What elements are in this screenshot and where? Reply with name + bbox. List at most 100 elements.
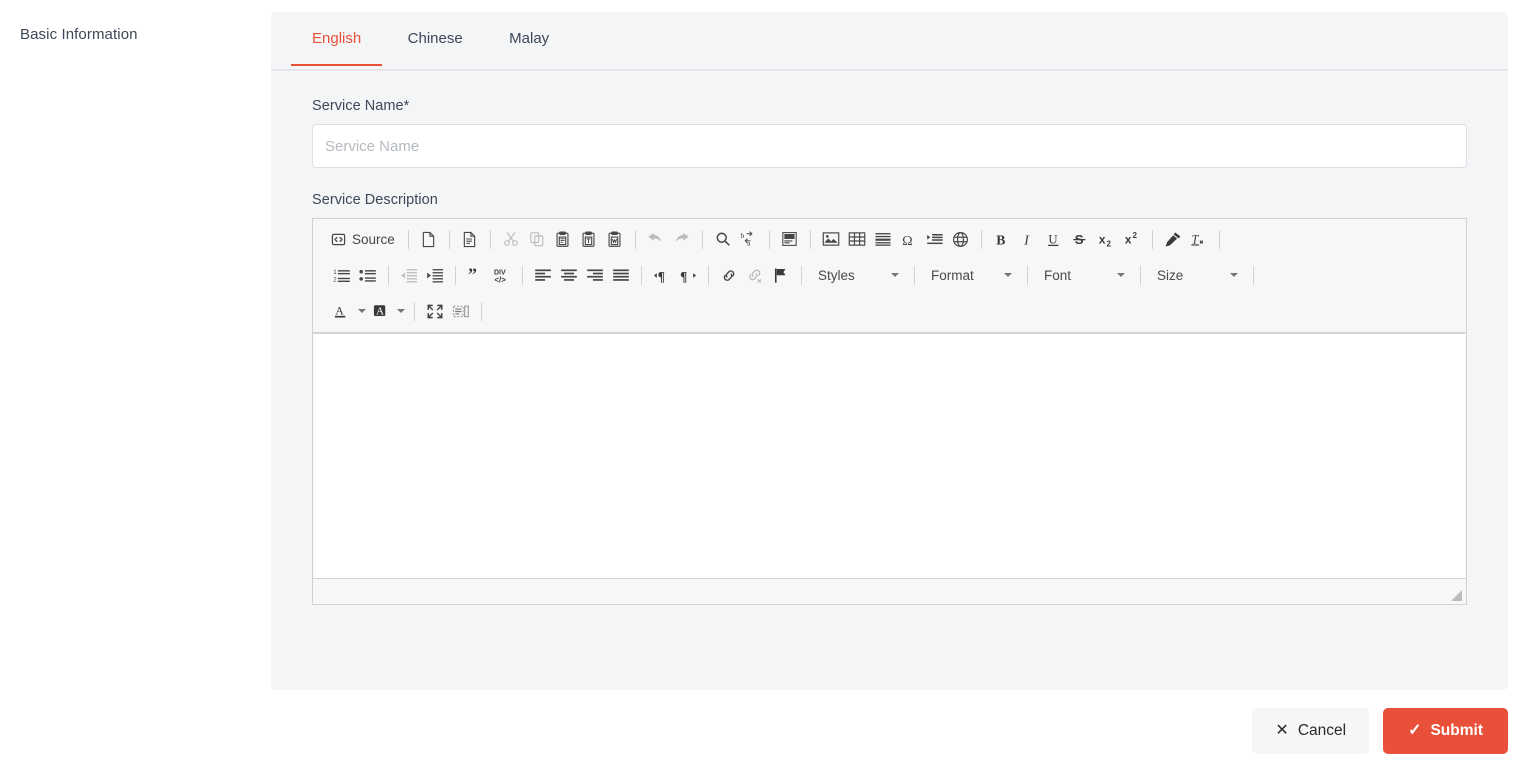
copy-formatting-icon[interactable] bbox=[1160, 227, 1186, 251]
outdent-icon[interactable] bbox=[396, 263, 422, 287]
replace-icon[interactable]: b a bbox=[736, 227, 762, 251]
svg-text:”: ” bbox=[468, 267, 477, 284]
svg-text:A: A bbox=[335, 303, 344, 317]
undo-icon[interactable] bbox=[643, 227, 669, 251]
svg-text:¶: ¶ bbox=[658, 268, 665, 283]
toolbar-separator bbox=[914, 265, 915, 285]
service-name-input[interactable] bbox=[312, 124, 1467, 168]
redo-icon[interactable] bbox=[669, 227, 695, 251]
table-icon[interactable] bbox=[844, 227, 870, 251]
toolbar-separator bbox=[641, 265, 642, 285]
bold-icon[interactable]: B bbox=[989, 227, 1015, 251]
editor-toolbar-row-3: A A bbox=[313, 293, 1466, 329]
size-combo[interactable]: Size bbox=[1148, 263, 1244, 287]
svg-text:U: U bbox=[1049, 232, 1058, 246]
toolbar-separator bbox=[407, 229, 409, 249]
svg-text:2: 2 bbox=[1132, 231, 1137, 240]
source-button[interactable]: Source bbox=[329, 227, 401, 251]
editor-footer bbox=[313, 578, 1466, 604]
svg-text:x: x bbox=[1125, 232, 1132, 246]
background-color-dropdown[interactable] bbox=[394, 299, 407, 323]
form-body: Service Name* Service Description Source bbox=[271, 71, 1508, 605]
service-description-label: Service Description bbox=[312, 192, 438, 208]
paste-icon[interactable] bbox=[550, 227, 576, 251]
toolbar-separator bbox=[448, 229, 450, 249]
rtl-icon[interactable]: ¶ bbox=[675, 263, 701, 287]
subscript-icon[interactable]: x 2 bbox=[1093, 227, 1119, 251]
superscript-icon[interactable]: x 2 bbox=[1119, 227, 1145, 251]
indent-icon[interactable] bbox=[422, 263, 448, 287]
svg-text:¶: ¶ bbox=[680, 268, 687, 283]
align-left-icon[interactable] bbox=[530, 263, 556, 287]
toolbar-separator bbox=[809, 229, 811, 249]
svg-text:a: a bbox=[747, 239, 751, 247]
paste-text-icon[interactable] bbox=[576, 227, 602, 251]
remove-format-icon[interactable]: T bbox=[1186, 227, 1212, 251]
toolbar-separator bbox=[1253, 265, 1254, 285]
chevron-down-icon bbox=[1004, 273, 1012, 277]
toolbar-separator bbox=[481, 301, 482, 321]
svg-text:2: 2 bbox=[1106, 239, 1111, 248]
styles-combo[interactable]: Styles bbox=[809, 263, 905, 287]
form-actions: ✕ Cancel ✓ Submit bbox=[1252, 708, 1508, 754]
svg-text:A: A bbox=[376, 305, 384, 317]
find-icon[interactable] bbox=[710, 227, 736, 251]
basic-information-panel: English Chinese Malay Service Name* Serv… bbox=[271, 12, 1508, 690]
toolbar-separator bbox=[801, 265, 802, 285]
svg-text:B: B bbox=[996, 232, 1005, 247]
align-center-icon[interactable] bbox=[556, 263, 582, 287]
underline-icon[interactable]: U bbox=[1041, 227, 1067, 251]
sidebar: Basic Information bbox=[0, 0, 270, 690]
format-combo[interactable]: Format bbox=[922, 263, 1018, 287]
editor-resize-handle[interactable] bbox=[1451, 590, 1462, 601]
anchor-icon[interactable] bbox=[768, 263, 794, 287]
numbered-list-icon[interactable]: 1 2 bbox=[329, 263, 355, 287]
toolbar-separator bbox=[634, 229, 636, 249]
iframe-icon[interactable] bbox=[948, 227, 974, 251]
tab-chinese[interactable]: Chinese bbox=[387, 12, 484, 64]
svg-text:x: x bbox=[1099, 232, 1106, 246]
font-combo-label: Font bbox=[1044, 267, 1072, 283]
italic-icon[interactable]: I bbox=[1015, 227, 1041, 251]
editor-content-area[interactable] bbox=[314, 333, 1465, 578]
background-color-icon[interactable]: A bbox=[368, 299, 394, 323]
bulleted-list-icon[interactable] bbox=[355, 263, 381, 287]
templates-icon[interactable] bbox=[457, 227, 483, 251]
svg-text:I: I bbox=[1024, 232, 1031, 247]
link-icon[interactable] bbox=[716, 263, 742, 287]
div-container-icon[interactable]: DIV </> bbox=[489, 263, 515, 287]
image-icon[interactable] bbox=[818, 227, 844, 251]
new-page-icon[interactable] bbox=[416, 227, 442, 251]
text-color-icon[interactable]: A bbox=[329, 299, 355, 323]
font-combo[interactable]: Font bbox=[1035, 263, 1131, 287]
svg-text:Ω: Ω bbox=[902, 232, 913, 247]
tab-english[interactable]: English bbox=[291, 12, 383, 66]
horizontal-rule-icon[interactable] bbox=[870, 227, 896, 251]
toolbar-separator bbox=[489, 229, 491, 249]
page-title: Basic Information bbox=[20, 26, 138, 43]
submit-button[interactable]: ✓ Submit bbox=[1383, 708, 1508, 754]
special-char-icon[interactable]: Ω bbox=[896, 227, 922, 251]
copy-icon[interactable] bbox=[524, 227, 550, 251]
cancel-button[interactable]: ✕ Cancel bbox=[1252, 708, 1370, 754]
paste-word-icon[interactable] bbox=[602, 227, 628, 251]
select-all-icon[interactable] bbox=[777, 227, 803, 251]
svg-text:2: 2 bbox=[333, 276, 337, 283]
blockquote-icon[interactable]: ” bbox=[463, 263, 489, 287]
maximize-icon[interactable] bbox=[422, 299, 448, 323]
language-tabs: English Chinese Malay bbox=[271, 12, 1508, 71]
chevron-down-icon bbox=[1117, 273, 1125, 277]
align-justify-icon[interactable] bbox=[608, 263, 634, 287]
svg-text:1: 1 bbox=[333, 269, 337, 276]
show-blocks-icon[interactable] bbox=[448, 299, 474, 323]
cut-icon[interactable] bbox=[498, 227, 524, 251]
text-color-dropdown[interactable] bbox=[355, 299, 368, 323]
page-break-icon[interactable] bbox=[922, 227, 948, 251]
strike-icon[interactable]: S bbox=[1067, 227, 1093, 251]
ltr-icon[interactable]: ¶ bbox=[649, 263, 675, 287]
unlink-icon[interactable] bbox=[742, 263, 768, 287]
align-right-icon[interactable] bbox=[582, 263, 608, 287]
editor-toolbars: Source b a Ω B I U S x 2 x 2 T 1 2 ” DIV… bbox=[313, 219, 1466, 333]
tab-malay[interactable]: Malay bbox=[488, 12, 570, 64]
toolbar-separator bbox=[455, 265, 456, 285]
